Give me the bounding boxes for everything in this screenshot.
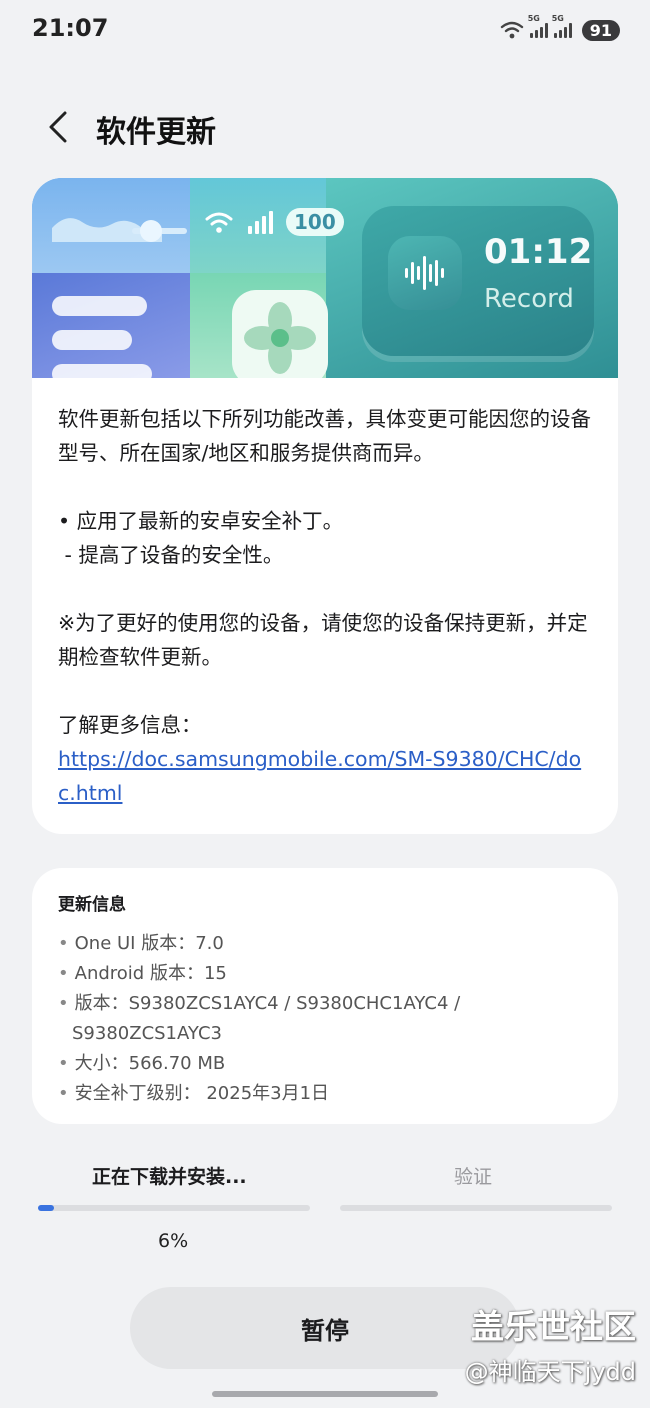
step-verify: 验证 bbox=[454, 1166, 493, 1188]
sound-wave-icon bbox=[388, 236, 462, 310]
progress-percent: 6% bbox=[158, 1230, 189, 1252]
pause-button[interactable]: 暂停 bbox=[130, 1287, 520, 1369]
info-version: • 版本：S9380ZCS1AYC4 / S9380CHC1AYC4 / bbox=[58, 993, 461, 1014]
release-notes: 软件更新包括以下所列功能改善，具体变更可能因您的设备型号、所在国家/地区和服务提… bbox=[32, 378, 618, 810]
download-progress: 正在下载并安装... 验证 6% bbox=[0, 1150, 650, 1260]
banner-illustration: 100 01:12 Record bbox=[32, 178, 618, 378]
step-downloading: 正在下载并安装... bbox=[92, 1166, 247, 1188]
status-icons: 5G 5G 91 bbox=[500, 14, 620, 42]
page-title: 软件更新 bbox=[96, 115, 216, 150]
update-info-title: 更新信息 bbox=[58, 895, 126, 915]
battery-pill: 100 bbox=[286, 208, 344, 236]
status-time: 21:07 bbox=[32, 14, 109, 42]
progress-fill bbox=[38, 1205, 54, 1211]
wifi-icon bbox=[500, 21, 523, 39]
battery-indicator: 91 bbox=[581, 19, 620, 41]
signal-icon bbox=[248, 211, 273, 234]
progress-bar-download bbox=[38, 1205, 310, 1211]
sub-bullet-security: - 提高了设备的安全性。 bbox=[58, 543, 284, 567]
release-notes-card: 100 01:12 Record 软件更新包括以下所列功能改善，具体变更可能因您… bbox=[32, 178, 618, 834]
list-bars bbox=[52, 296, 152, 378]
more-info-link[interactable]: https://doc.samsungmobile.com/SM-S9380/C… bbox=[58, 747, 581, 805]
signal-icon-1: 5G bbox=[528, 14, 548, 38]
watermark-user: @神临天下jydd bbox=[464, 1358, 636, 1386]
wifi-icon bbox=[205, 212, 233, 233]
signal-icon-2: 5G bbox=[552, 14, 572, 38]
record-time: 01:12 bbox=[484, 232, 593, 272]
slider-knob bbox=[140, 220, 162, 242]
home-indicator[interactable] bbox=[212, 1391, 438, 1397]
bullet-security-patch: • 应用了最新的安卓安全补丁。 bbox=[58, 509, 344, 533]
status-bar: 21:07 5G 5G 91 bbox=[0, 0, 650, 60]
chevron-left-icon bbox=[49, 111, 67, 143]
header: 软件更新 bbox=[0, 95, 650, 161]
note-text: ※为了更好的使用您的设备，请使您的设备保持更新，并定期检查软件更新。 bbox=[58, 611, 588, 669]
info-size: • 大小：566.70 MB bbox=[58, 1053, 226, 1074]
flower-icon bbox=[232, 290, 328, 378]
voice-recorder-widget: 01:12 Record bbox=[362, 206, 594, 356]
progress-bar-verify bbox=[340, 1205, 612, 1211]
more-info-label: 了解更多信息： bbox=[58, 713, 202, 737]
info-version-cont: S9380ZCS1AYC3 bbox=[72, 1023, 222, 1044]
watermark-community: 盖乐世社区 bbox=[471, 1307, 636, 1346]
info-android: • Android 版本：15 bbox=[58, 963, 227, 984]
banner-status-icons: 100 bbox=[204, 208, 344, 236]
info-security-patch: • 安全补丁级别： 2025年3月1日 bbox=[58, 1083, 330, 1104]
info-one-ui: • One UI 版本：7.0 bbox=[58, 933, 224, 954]
back-button[interactable] bbox=[38, 107, 78, 147]
record-label: Record bbox=[484, 284, 574, 314]
intro-text: 软件更新包括以下所列功能改善，具体变更可能因您的设备型号、所在国家/地区和服务提… bbox=[58, 407, 591, 465]
update-info-card: 更新信息 • One UI 版本：7.0 • Android 版本：15 • 版本：S… bbox=[32, 868, 618, 1124]
